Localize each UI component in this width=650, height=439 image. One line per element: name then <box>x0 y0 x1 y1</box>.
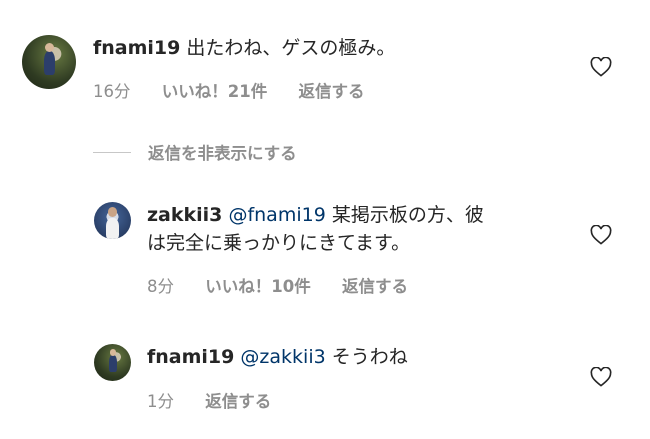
comment-text: fnami19 @zakkii3 そうわね <box>147 342 408 373</box>
avatar-figure <box>108 355 117 372</box>
avatar-head <box>44 42 55 53</box>
comment-body: そうわね <box>331 346 408 368</box>
heart-icon[interactable] <box>590 367 612 387</box>
comment-meta: 1分 返信する <box>147 388 297 412</box>
avatar-figure <box>43 51 56 76</box>
comment-meta: 16分 いいね！21件 返信する <box>93 78 390 102</box>
timestamp[interactable]: 16分 <box>93 82 131 101</box>
comment-text: zakkii3 @fnami19 某掲示板の方、彼 <box>147 200 484 231</box>
mention-link[interactable]: @fnami19 <box>228 204 325 226</box>
username[interactable]: zakkii3 <box>147 204 222 226</box>
heart-icon[interactable] <box>590 57 612 77</box>
divider <box>93 151 131 153</box>
avatar-head <box>108 207 117 217</box>
hide-replies-button[interactable]: 返信を非表示にする <box>148 140 297 164</box>
likes-count[interactable]: いいね！10件 <box>205 277 310 296</box>
avatar[interactable] <box>94 202 131 239</box>
comment-body: は完全に乗っかりにきてます。 <box>147 232 411 254</box>
avatar[interactable] <box>22 35 76 89</box>
timestamp[interactable]: 8分 <box>147 277 174 296</box>
heart-icon[interactable] <box>590 225 612 245</box>
username[interactable]: fnami19 <box>93 37 180 59</box>
timestamp[interactable]: 1分 <box>147 392 174 411</box>
reply-button[interactable]: 返信する <box>298 82 364 101</box>
comment-body: 某掲示板の方、彼 <box>331 204 484 226</box>
reply-button[interactable]: 返信する <box>205 392 271 411</box>
mention-link[interactable]: @zakkii3 <box>240 346 325 368</box>
comment-text-line2: は完全に乗っかりにきてます。 <box>147 228 410 259</box>
avatar-head <box>109 349 117 356</box>
comment-text: fnami19 出たわね、ゲスの極み。 <box>93 33 395 64</box>
hide-replies-row[interactable]: 返信を非表示にする <box>93 140 297 164</box>
avatar[interactable] <box>94 344 131 381</box>
comment-body: 出たわね、ゲスの極み。 <box>186 37 396 59</box>
likes-count[interactable]: いいね！21件 <box>162 82 267 101</box>
username[interactable]: fnami19 <box>147 346 234 368</box>
avatar-figure <box>105 217 120 239</box>
comment-meta: 8分 いいね！10件 返信する <box>147 273 434 297</box>
reply-button[interactable]: 返信する <box>342 277 408 296</box>
